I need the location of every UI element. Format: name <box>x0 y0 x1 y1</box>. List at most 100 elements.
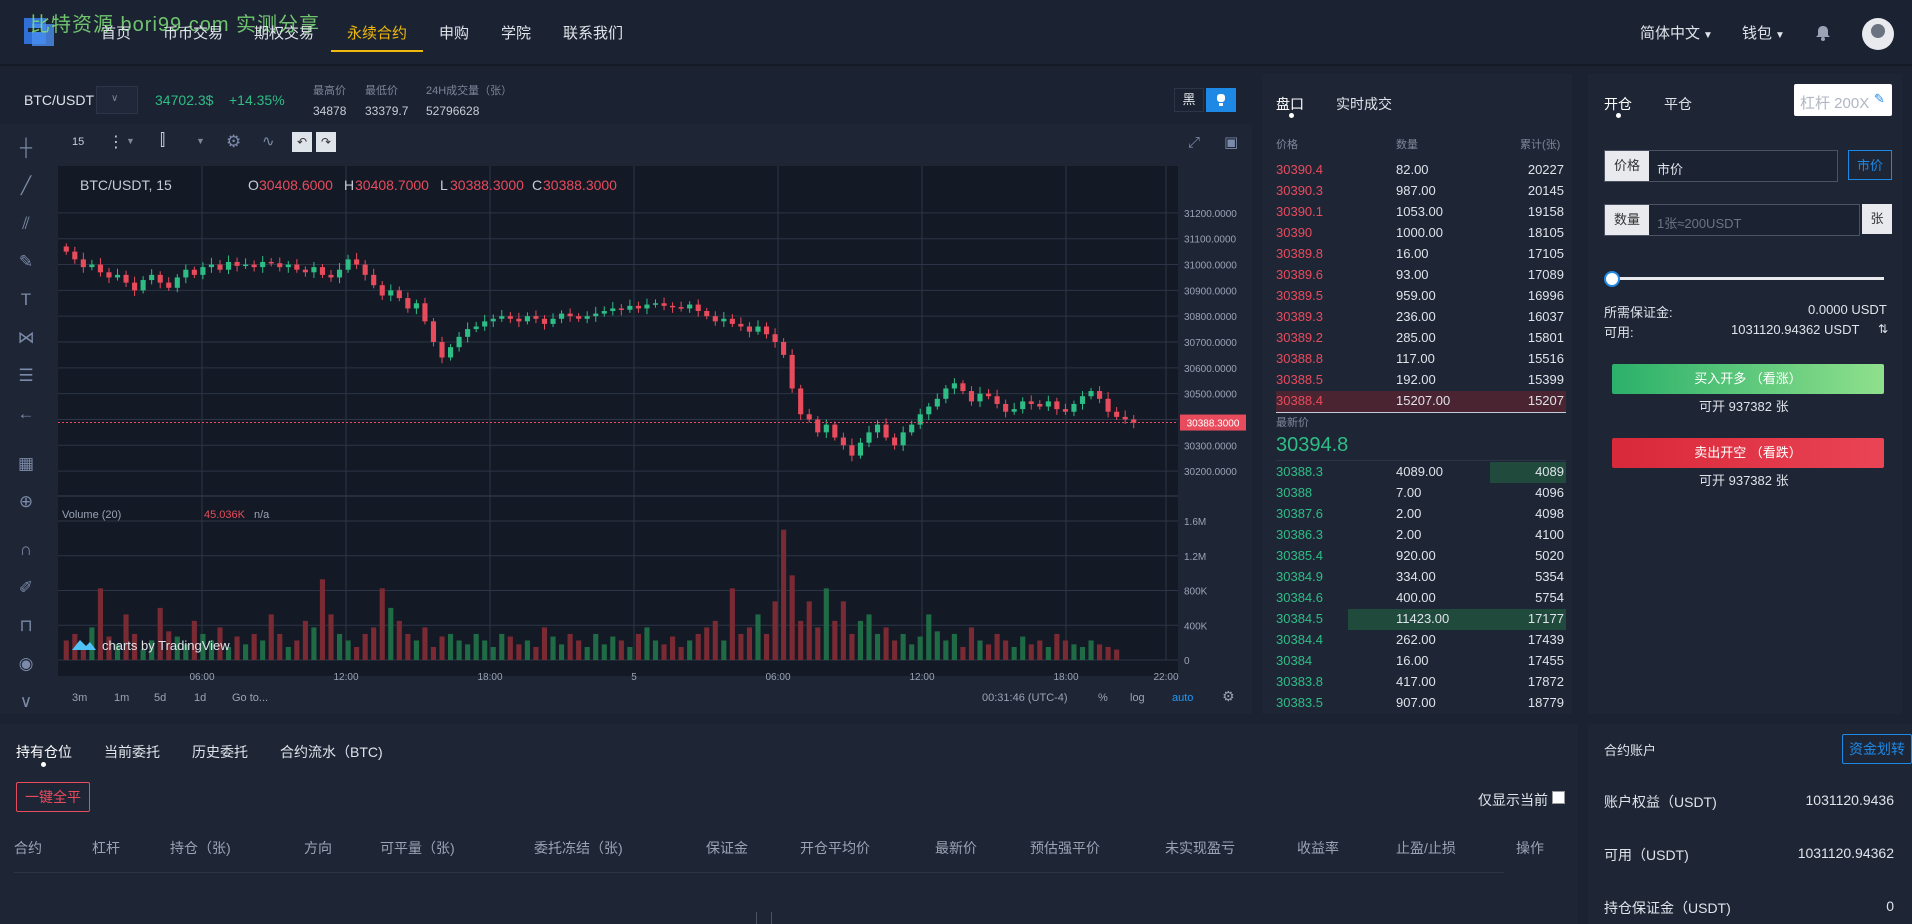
trendline-icon[interactable]: ╱ <box>14 174 38 198</box>
tab-contract-flow[interactable]: 合约流水（BTC) <box>280 742 383 762</box>
zoom-in-icon[interactable]: ⊕ <box>14 490 38 514</box>
chevron-down-icon[interactable]: ∨ <box>14 690 38 714</box>
price-field[interactable]: 价格 市价 <box>1604 150 1838 182</box>
goto-date[interactable]: Go to... <box>232 692 268 704</box>
close-all-button[interactable]: 一键全平 <box>16 782 90 812</box>
bid-row[interactable]: 30385.4 920.00 5020 <box>1276 546 1566 567</box>
bid-row[interactable]: 30387.6 2.00 4098 <box>1276 504 1566 525</box>
range-5d[interactable]: 5d <box>154 692 166 704</box>
nav-options[interactable]: 期权交易 <box>254 22 314 43</box>
candle-body <box>823 424 829 433</box>
bid-row[interactable]: 30388.3 4089.00 4089 <box>1276 462 1566 483</box>
redo-icon[interactable]: ↷ <box>316 132 336 152</box>
transfer-icon[interactable]: ⇅ <box>1878 322 1888 336</box>
chevron-down-icon[interactable]: ▼ <box>126 136 135 146</box>
lock-draw-icon[interactable]: ✐ <box>14 576 38 600</box>
more-icon[interactable]: ⋮ <box>108 132 124 152</box>
bid-price: 30383.8 <box>1276 674 1323 689</box>
bell-icon[interactable] <box>1814 24 1832 45</box>
undo-icon[interactable]: ↶ <box>292 132 312 152</box>
tab-order-history[interactable]: 历史委托 <box>192 742 248 762</box>
ask-row[interactable]: 30388.8 117.00 15516 <box>1276 349 1566 370</box>
tab-orderbook[interactable]: 盘口 <box>1276 94 1304 114</box>
ask-row[interactable]: 30389.8 16.00 17105 <box>1276 244 1566 265</box>
tab-positions[interactable]: 持有仓位 <box>16 742 72 762</box>
price-chart[interactable]: 31200.0000 31100.0000 31000.0000 30900.0000… <box>58 166 1248 686</box>
gear-icon[interactable]: ⚙ <box>226 132 241 152</box>
magnet-icon[interactable]: ∩ <box>14 538 38 562</box>
bid-row[interactable]: 30383.8 417.00 17872 <box>1276 672 1566 693</box>
crosshair-icon[interactable]: ┼ <box>14 136 38 160</box>
bid-row[interactable]: 30386.3 2.00 4100 <box>1276 525 1566 546</box>
leverage-input[interactable]: 杠杆 200X ✎ <box>1794 84 1892 116</box>
bid-row[interactable]: 30384.4 262.00 17439 <box>1276 630 1566 651</box>
measure-icon[interactable]: ☰ <box>14 364 38 388</box>
back-arrow-icon[interactable]: ← <box>14 402 38 426</box>
nav-subscribe[interactable]: 申购 <box>439 22 469 43</box>
bid-row[interactable]: 30384.5 11423.00 17177 <box>1276 609 1566 630</box>
interval-select[interactable]: 15 <box>72 136 84 148</box>
bid-price: 30384.4 <box>1276 632 1323 647</box>
text-tool-icon[interactable]: T <box>14 288 38 312</box>
leverage-slider[interactable] <box>1608 277 1884 280</box>
chevron-down-icon[interactable]: ▼ <box>196 136 205 146</box>
bid-total: 17455 <box>1527 653 1564 668</box>
market-price-button[interactable]: 市价 <box>1848 150 1892 180</box>
tab-trades[interactable]: 实时成交 <box>1336 94 1392 114</box>
ask-row[interactable]: 30389.2 285.00 15801 <box>1276 328 1566 349</box>
ask-row[interactable]: 30388.4 15207.00 15207 <box>1276 391 1566 412</box>
bid-row[interactable]: 30384.6 400.00 5754 <box>1276 588 1566 609</box>
pattern-icon[interactable]: ⋈ <box>14 326 38 350</box>
bid-total: 17177 <box>1527 611 1564 626</box>
nav-spot[interactable]: 币币交易 <box>163 22 223 43</box>
log-toggle[interactable]: log <box>1130 692 1145 704</box>
only-current-checkbox[interactable] <box>1552 791 1565 804</box>
nav-academy[interactable]: 学院 <box>501 22 531 43</box>
nav-perpetual[interactable]: 永续合约 <box>347 22 407 43</box>
ask-row[interactable]: 30390 1000.00 18105 <box>1276 223 1566 244</box>
tab-close[interactable]: 平仓 <box>1664 94 1692 114</box>
range-1m[interactable]: 1m <box>114 692 129 704</box>
ask-row[interactable]: 30390.3 987.00 20145 <box>1276 181 1566 202</box>
theme-light-button[interactable] <box>1206 88 1236 112</box>
nav-home[interactable]: 首页 <box>101 22 131 43</box>
language-select[interactable]: 简体中文 ▼ <box>1640 22 1713 43</box>
fib-icon[interactable]: ⫽ <box>14 212 38 236</box>
slider-handle[interactable] <box>1604 271 1620 287</box>
brush-icon[interactable]: ✎ <box>14 250 38 274</box>
bid-row[interactable]: 30388 7.00 4096 <box>1276 483 1566 504</box>
symbol-dropdown[interactable]: ∨ <box>96 86 138 114</box>
nav-contact[interactable]: 联系我们 <box>563 22 623 43</box>
range-1d[interactable]: 1d <box>194 692 206 704</box>
auto-toggle[interactable]: auto <box>1172 692 1193 704</box>
gear-icon[interactable]: ⚙ <box>1222 688 1235 705</box>
camera-icon[interactable]: ▣ <box>1224 133 1238 151</box>
tab-open-orders[interactable]: 当前委托 <box>104 742 160 762</box>
sell-short-button[interactable]: 卖出开空 （看跌） <box>1612 438 1884 468</box>
ask-row[interactable]: 30390.1 1053.00 19158 <box>1276 202 1566 223</box>
theme-dark-button[interactable]: 黑 <box>1174 88 1204 112</box>
ask-row[interactable]: 30389.6 93.00 17089 <box>1276 265 1566 286</box>
ask-row[interactable]: 30390.4 82.00 20227 <box>1276 160 1566 181</box>
lock-icon[interactable]: ⊓ <box>14 614 38 638</box>
percent-toggle[interactable]: % <box>1098 692 1108 704</box>
bid-row[interactable]: 30384.9 334.00 5354 <box>1276 567 1566 588</box>
tab-open[interactable]: 开仓 <box>1604 94 1632 114</box>
ruler-icon[interactable]: ▦ <box>14 452 38 476</box>
range-3m[interactable]: 3m <box>72 692 87 704</box>
user-avatar[interactable] <box>1862 18 1894 50</box>
fullscreen-icon[interactable]: ⤢ <box>1188 134 1200 151</box>
eye-icon[interactable]: ◉ <box>14 652 38 676</box>
tradingview-brand[interactable]: charts by TradingView <box>102 638 230 653</box>
ask-row[interactable]: 30389.3 236.00 16037 <box>1276 307 1566 328</box>
quantity-field[interactable]: 数量 1张≈200USDT <box>1604 204 1860 236</box>
buy-long-button[interactable]: 买入开多 （看涨） <box>1612 364 1884 394</box>
wallet-menu[interactable]: 钱包 ▼ <box>1742 22 1785 43</box>
transfer-button[interactable]: 资金划转 <box>1842 734 1912 764</box>
bid-row[interactable]: 30383.5 907.00 18779 <box>1276 693 1566 714</box>
bid-row[interactable]: 30384 16.00 17455 <box>1276 651 1566 672</box>
indicators-icon[interactable]: ∿ <box>262 132 275 150</box>
ask-row[interactable]: 30389.5 959.00 16996 <box>1276 286 1566 307</box>
ask-row[interactable]: 30388.5 192.00 15399 <box>1276 370 1566 391</box>
candles-icon[interactable]: ⫿ <box>160 132 165 150</box>
